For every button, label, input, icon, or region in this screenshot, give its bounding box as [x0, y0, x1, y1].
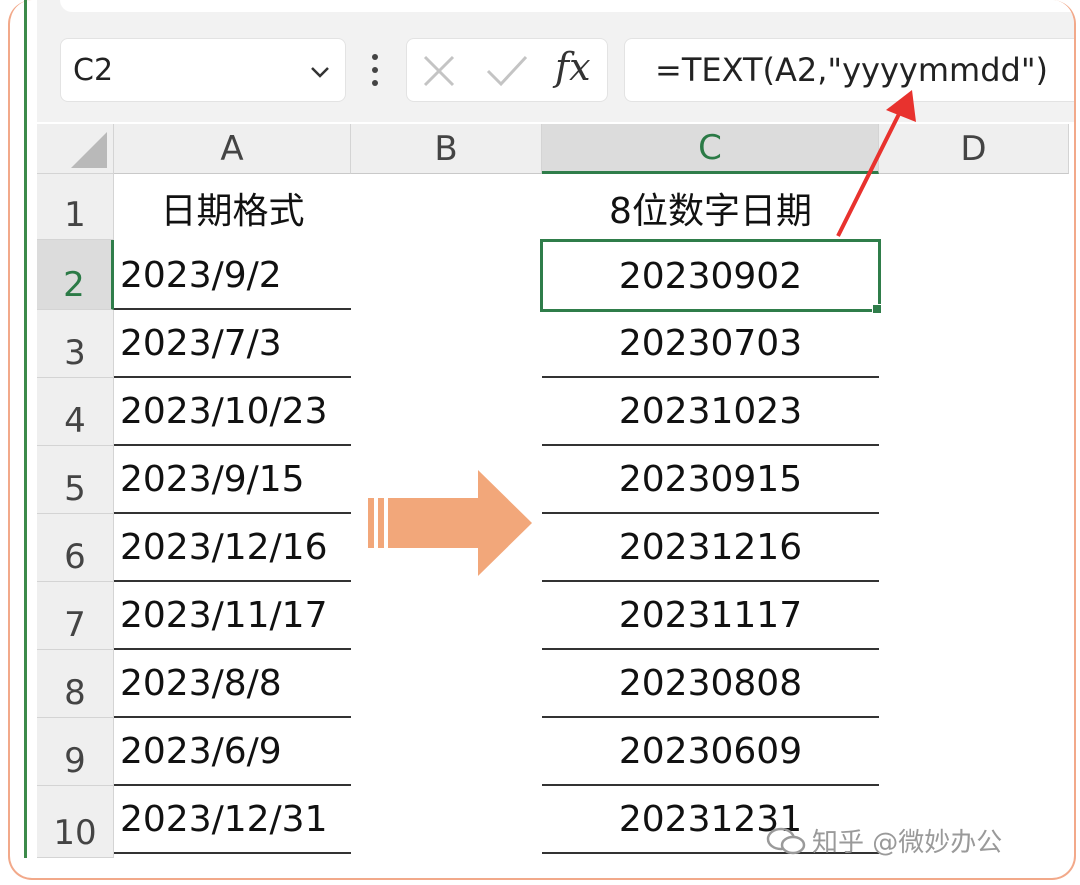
screenshot-frame: C2 fx =TEXT(A2,"yyyymmdd") A B C D 1 2 3…: [8, 0, 1076, 880]
cell-c1[interactable]: 8位数字日期: [542, 176, 879, 240]
cell-c8[interactable]: 20230808: [542, 650, 879, 718]
cancel-icon[interactable]: [421, 53, 457, 89]
column-header-c[interactable]: C: [542, 124, 879, 174]
cell-a4[interactable]: 2023/10/23: [114, 378, 351, 446]
name-box[interactable]: C2: [60, 38, 346, 102]
cell-c9[interactable]: 20230609: [542, 718, 879, 786]
cell-a9[interactable]: 2023/6/9: [114, 718, 351, 786]
row-header-8[interactable]: 8: [37, 650, 114, 718]
fx-icon[interactable]: fx: [555, 45, 591, 89]
chevron-down-icon[interactable]: [309, 61, 331, 83]
select-all-corner[interactable]: [37, 124, 114, 174]
row-header-1[interactable]: 1: [37, 174, 114, 240]
fill-handle[interactable]: [872, 304, 882, 314]
active-cell-border: [540, 239, 881, 312]
cell-c6[interactable]: 20231216: [542, 514, 879, 582]
more-vert-icon[interactable]: [368, 52, 382, 88]
row-header-2[interactable]: 2: [37, 240, 114, 310]
row-header-6[interactable]: 6: [37, 514, 114, 582]
cell-c7[interactable]: 20231117: [542, 582, 879, 650]
column-header-a[interactable]: A: [114, 124, 351, 174]
cell-c5[interactable]: 20230915: [542, 446, 879, 514]
wechat-logo-icon: [766, 827, 806, 854]
row-header-5[interactable]: 5: [37, 446, 114, 514]
row-header-10[interactable]: 10: [37, 786, 114, 858]
formula-actions: fx: [406, 38, 608, 102]
cell-c4[interactable]: 20231023: [542, 378, 879, 446]
row-header-7[interactable]: 7: [37, 582, 114, 650]
name-box-value: C2: [73, 53, 114, 88]
confirm-icon[interactable]: [485, 53, 529, 89]
column-header-b[interactable]: B: [351, 124, 542, 174]
annotation-arrow-icon: [836, 90, 916, 237]
row-header-9[interactable]: 9: [37, 718, 114, 786]
row-header-4[interactable]: 4: [37, 378, 114, 446]
watermark-text: 知乎 @微妙办公: [812, 828, 1003, 858]
cell-a7[interactable]: 2023/11/17: [114, 582, 351, 650]
cell-a10[interactable]: 2023/12/31: [114, 786, 351, 854]
row-header-3[interactable]: 3: [37, 310, 114, 378]
formula-text: =TEXT(A2,"yyyymmdd"): [655, 51, 1049, 89]
left-accent-bar: [24, 0, 27, 858]
right-arrow-icon: [368, 470, 532, 576]
cell-a6[interactable]: 2023/12/16: [114, 514, 351, 582]
watermark: 知乎 @微妙办公: [766, 822, 1002, 859]
toolbar-edge: [60, 0, 1074, 12]
cell-a3[interactable]: 2023/7/3: [114, 310, 351, 378]
cell-a1[interactable]: 日期格式: [114, 176, 351, 240]
cell-a5[interactable]: 2023/9/15: [114, 446, 351, 514]
cell-a8[interactable]: 2023/8/8: [114, 650, 351, 718]
corner-triangle-icon: [71, 132, 107, 168]
cell-c3[interactable]: 20230703: [542, 310, 879, 378]
cell-a2[interactable]: 2023/9/2: [114, 242, 351, 310]
